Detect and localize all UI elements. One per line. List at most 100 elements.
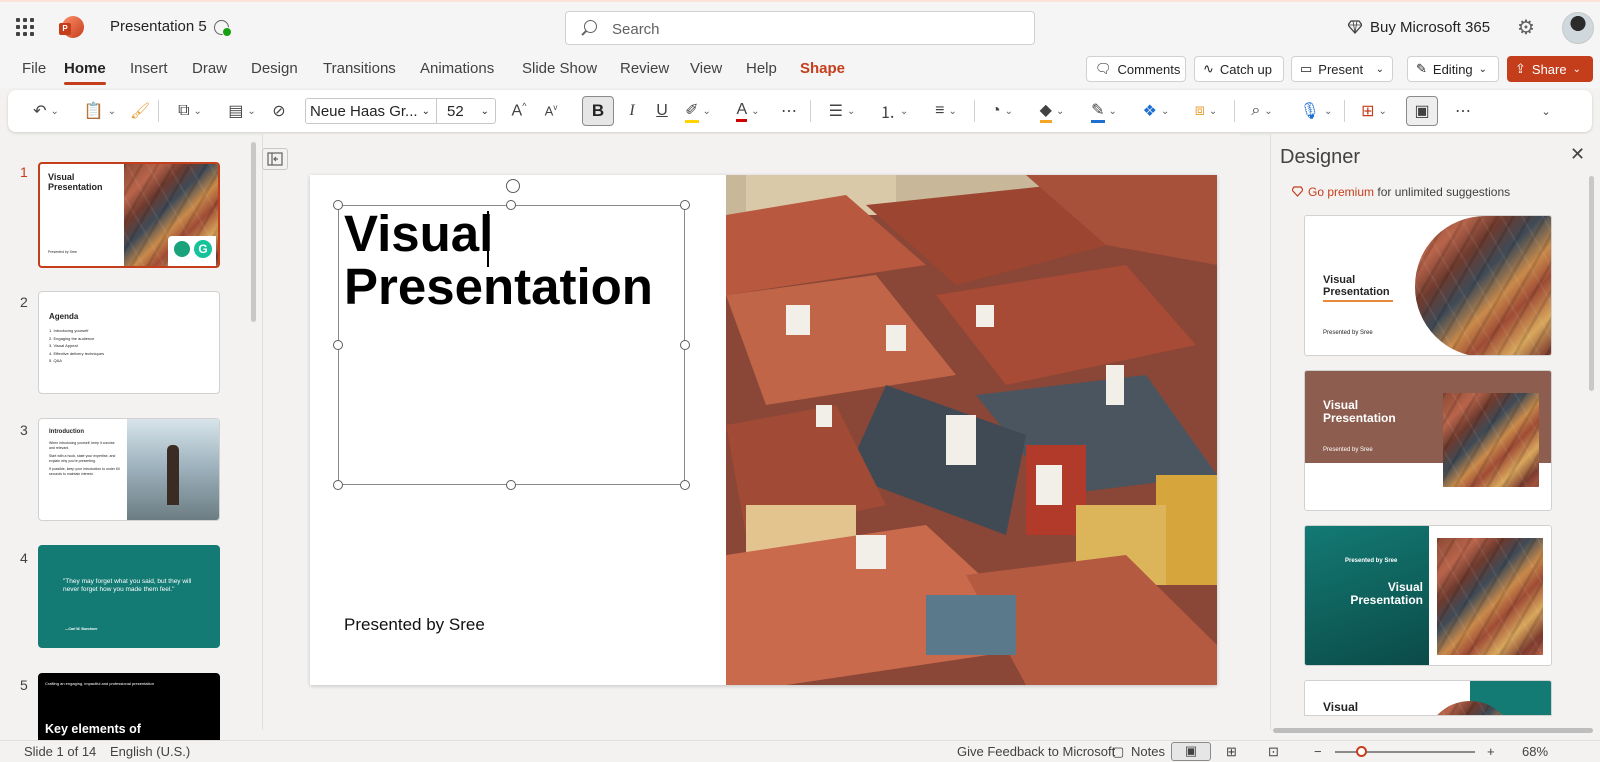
buy-microsoft-365-link[interactable]: Buy Microsoft 365	[1370, 19, 1490, 36]
language-indicator[interactable]: English (U.S.)	[110, 744, 190, 759]
share-button[interactable]: ⇪ Share ⌄	[1507, 56, 1593, 82]
saved-status-icon[interactable]	[214, 20, 232, 37]
design-suggestion-card[interactable]: Presented by Sree Visual Presentation	[1304, 525, 1552, 666]
expand-ribbon-button[interactable]: ⌄	[1536, 99, 1556, 123]
slide-thumbnail-4[interactable]: "They may forget what you said, but they…	[38, 545, 220, 648]
hide-slide-button[interactable]: ⊘	[266, 99, 292, 123]
collapse-pane-button[interactable]	[262, 148, 288, 170]
shape-fill-button[interactable]: ◆ ⌄	[1030, 99, 1074, 123]
tab-shape[interactable]: Shape	[800, 60, 845, 77]
tab-slide-show[interactable]: Slide Show	[522, 60, 597, 77]
thumb-paragraph: Start with a hook, state your expertise,…	[49, 454, 116, 463]
arrange-button[interactable]: ⧈ ⌄	[1184, 99, 1228, 123]
more-font-options-button[interactable]: ⋯	[776, 99, 802, 123]
font-color-button[interactable]: A ⌄	[728, 99, 768, 123]
undo-button[interactable]: ↶ ⌄	[24, 99, 68, 123]
slide-sorter-icon[interactable]: ⊞	[1226, 744, 1237, 760]
tab-animations[interactable]: Animations	[420, 60, 494, 77]
thumb-title: Visual Presentation	[48, 172, 103, 192]
bold-button[interactable]: B	[582, 96, 614, 126]
app-launcher-icon[interactable]	[16, 18, 34, 36]
highlight-button[interactable]: ✐ ⌄	[678, 99, 718, 123]
tab-file[interactable]: File	[22, 60, 46, 77]
align-button[interactable]: ≡ ⌄	[924, 99, 968, 123]
editing-mode-button[interactable]: ✎ Editing ⌄	[1407, 56, 1499, 82]
resize-handle[interactable]	[680, 200, 690, 210]
chevron-down-icon[interactable]: ⌄	[1376, 64, 1384, 75]
pulse-icon: ∿	[1203, 61, 1214, 76]
account-avatar[interactable]	[1562, 12, 1594, 44]
close-icon[interactable]: ✕	[1570, 144, 1585, 165]
more-options-button[interactable]: ⋯	[1450, 99, 1476, 123]
notes-icon[interactable]: ▢	[1112, 744, 1124, 760]
slide-thumbnail-3[interactable]: Introduction When introducing yourself, …	[38, 418, 220, 521]
feedback-link[interactable]: Give Feedback to Microsoft	[957, 744, 1115, 759]
slide-thumbnail-5[interactable]: Crafting an engaging, impactful and prof…	[38, 673, 220, 740]
zoom-slider-handle[interactable]	[1356, 746, 1367, 757]
tab-review[interactable]: Review	[620, 60, 669, 77]
resize-handle[interactable]	[333, 480, 343, 490]
tab-design[interactable]: Design	[251, 60, 298, 77]
layout-button[interactable]: ▤ ⌄	[220, 99, 264, 123]
tab-view[interactable]: View	[690, 60, 722, 77]
shape-outline-button[interactable]: ✎ ⌄	[1082, 99, 1126, 123]
normal-view-button[interactable]: ▣	[1171, 742, 1211, 761]
lightbulb-icon[interactable]	[174, 241, 190, 257]
settings-gear-icon[interactable]: ⚙	[1517, 18, 1535, 38]
find-button[interactable]: ⌕ ⌄	[1240, 99, 1284, 123]
resize-handle[interactable]	[333, 200, 343, 210]
catch-up-button[interactable]: ∿ Catch up	[1194, 56, 1284, 82]
resize-handle[interactable]	[333, 340, 343, 350]
rotate-handle-icon[interactable]	[506, 179, 520, 193]
thumbnail-scrollbar[interactable]	[251, 142, 256, 322]
tab-insert[interactable]: Insert	[130, 60, 168, 77]
dictate-button[interactable]: 🎙 ⌄	[1294, 99, 1338, 123]
selection-frame[interactable]	[338, 205, 685, 485]
go-premium-link[interactable]: Go premium	[1308, 185, 1374, 199]
increase-font-size-button[interactable]: A^	[506, 99, 532, 123]
resize-handle[interactable]	[680, 340, 690, 350]
document-title[interactable]: Presentation 5	[110, 18, 207, 35]
underline-button[interactable]: U	[650, 99, 674, 123]
format-painter-button[interactable]: 🖌	[128, 99, 152, 123]
slide-thumbnail-1[interactable]: Visual Presentation Presented by Sree G	[38, 162, 220, 268]
slide-subtitle[interactable]: Presented by Sree	[344, 615, 485, 635]
font-name-select[interactable]: Neue Haas Gr... ⌄	[305, 98, 437, 124]
design-suggestion-card[interactable]: Visual	[1304, 680, 1552, 716]
notes-button[interactable]: Notes	[1131, 744, 1165, 759]
zoom-level[interactable]: 68%	[1522, 744, 1548, 759]
powerpoint-logo-icon[interactable]	[59, 16, 84, 38]
tab-help[interactable]: Help	[746, 60, 777, 77]
paste-button[interactable]: 📋 ⌄	[78, 99, 122, 123]
resize-handle[interactable]	[506, 200, 516, 210]
present-button[interactable]: ▭ Present ⌄	[1291, 56, 1393, 82]
numbering-button[interactable]: ⒈ ⌄	[872, 99, 916, 123]
zoom-in-button[interactable]: +	[1487, 744, 1495, 759]
add-ins-button[interactable]: ⊞ ⌄	[1352, 99, 1396, 123]
reading-view-icon[interactable]: ⊡	[1268, 744, 1279, 760]
shapes-button[interactable]: ◔ ⌄	[980, 99, 1024, 123]
current-slide[interactable]: Visual Presentation Presented by Sree	[310, 175, 1217, 685]
rooftops-photo[interactable]	[726, 175, 1217, 685]
shape-effects-button[interactable]: ❖ ⌄	[1134, 99, 1178, 123]
comments-button[interactable]: 🗨 Comments	[1086, 56, 1186, 82]
bullets-button[interactable]: ☰ ⌄	[820, 99, 864, 123]
decrease-font-size-button[interactable]: Av	[538, 99, 564, 123]
italic-button[interactable]: I	[620, 99, 644, 123]
design-suggestion-card[interactable]: Visual Presentation Presented by Sree	[1304, 370, 1552, 511]
font-size-select[interactable]: 52 ⌄	[436, 98, 496, 124]
slide-thumbnail-2[interactable]: Agenda 1. Introducing yourself 2. Engagi…	[38, 291, 220, 394]
new-slide-button[interactable]: ⧉ ⌄	[168, 99, 212, 123]
resize-handle[interactable]	[506, 480, 516, 490]
designer-scrollbar[interactable]	[1589, 176, 1594, 391]
search-input[interactable]: Search	[565, 11, 1035, 45]
tab-transitions[interactable]: Transitions	[323, 60, 396, 77]
design-suggestion-card[interactable]: Visual Presentation Presented by Sree	[1304, 215, 1552, 356]
horizontal-scrollbar[interactable]	[1273, 728, 1593, 733]
designer-button[interactable]: ▣	[1406, 96, 1438, 126]
grammarly-icon[interactable]: G	[194, 240, 212, 258]
tab-home[interactable]: Home	[64, 60, 106, 85]
tab-draw[interactable]: Draw	[192, 60, 227, 77]
resize-handle[interactable]	[680, 480, 690, 490]
zoom-out-button[interactable]: −	[1314, 744, 1322, 759]
